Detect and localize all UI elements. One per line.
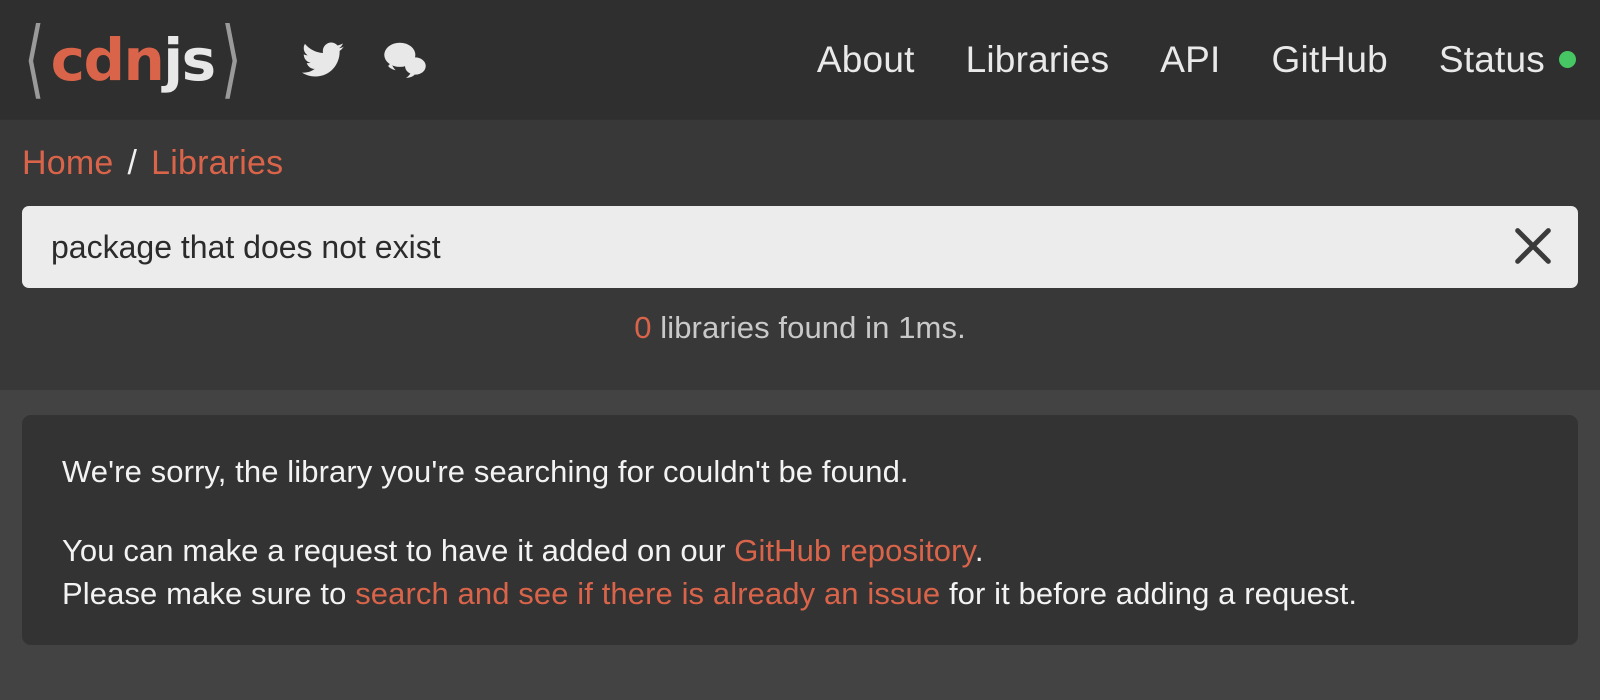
status-indicator-dot (1559, 51, 1576, 68)
brand-cdn-text: cdn (50, 25, 165, 94)
nav-item-github[interactable]: GitHub (1272, 39, 1388, 81)
results-text: libraries found in 1ms. (651, 310, 966, 345)
social-links (301, 38, 427, 82)
search-issues-link[interactable]: search and see if there is already an is… (355, 576, 940, 611)
results-count: 0 (634, 310, 652, 345)
comments-icon (384, 41, 427, 79)
request-instruction-prefix: You can make a request to have it added … (62, 532, 735, 568)
nav-item-about[interactable]: About (817, 39, 915, 81)
breadcrumb-item-home[interactable]: Home (22, 146, 114, 180)
breadcrumb: Home / Libraries (22, 120, 1578, 180)
breadcrumb-item-libraries[interactable]: Libraries (151, 146, 283, 180)
search-input[interactable] (22, 206, 1578, 288)
breadcrumb-separator: / (127, 144, 138, 182)
brand-wordmark: cdnjs (51, 31, 217, 89)
results-summary: 0 libraries found in 1ms. (22, 310, 1578, 346)
angle-bracket-right-icon: ⟩ (220, 9, 242, 108)
main-nav: About Libraries API GitHub Status (817, 39, 1576, 81)
search-issue-line: Please make sure to search and see if th… (62, 573, 1538, 616)
twitter-icon (302, 42, 345, 78)
nav-item-libraries[interactable]: Libraries (966, 39, 1110, 81)
request-instruction-suffix: . (974, 532, 984, 568)
brand-js-text: js (163, 25, 216, 94)
request-instruction-line: You can make a request to have it added … (62, 530, 1538, 573)
site-header: ⟨ cdnjs ⟩ About Libraries API GitHub Sta… (0, 0, 1600, 120)
not-found-panel: We're sorry, the library you're searchin… (22, 415, 1578, 645)
search-bar (22, 206, 1578, 288)
close-icon (1510, 223, 1556, 272)
angle-bracket-left-icon: ⟨ (23, 9, 45, 108)
cdnjs-logo[interactable]: ⟨ cdnjs ⟩ (22, 0, 243, 119)
search-issue-prefix: Please make sure to (62, 575, 356, 611)
search-section: Home / Libraries 0 libraries found in 1m… (0, 120, 1600, 390)
clear-search-button[interactable] (1510, 224, 1556, 270)
main-content: We're sorry, the library you're searchin… (0, 390, 1600, 700)
search-issue-suffix: for it before adding a request. (940, 575, 1358, 611)
github-repository-link[interactable]: GitHub repository (734, 533, 975, 568)
not-found-heading: We're sorry, the library you're searchin… (62, 454, 909, 489)
comments-link[interactable] (383, 38, 427, 82)
nav-item-status-label: Status (1438, 38, 1545, 80)
nav-item-api[interactable]: API (1160, 39, 1220, 81)
nav-item-status[interactable]: Status (1439, 39, 1576, 81)
twitter-link[interactable] (301, 38, 345, 82)
